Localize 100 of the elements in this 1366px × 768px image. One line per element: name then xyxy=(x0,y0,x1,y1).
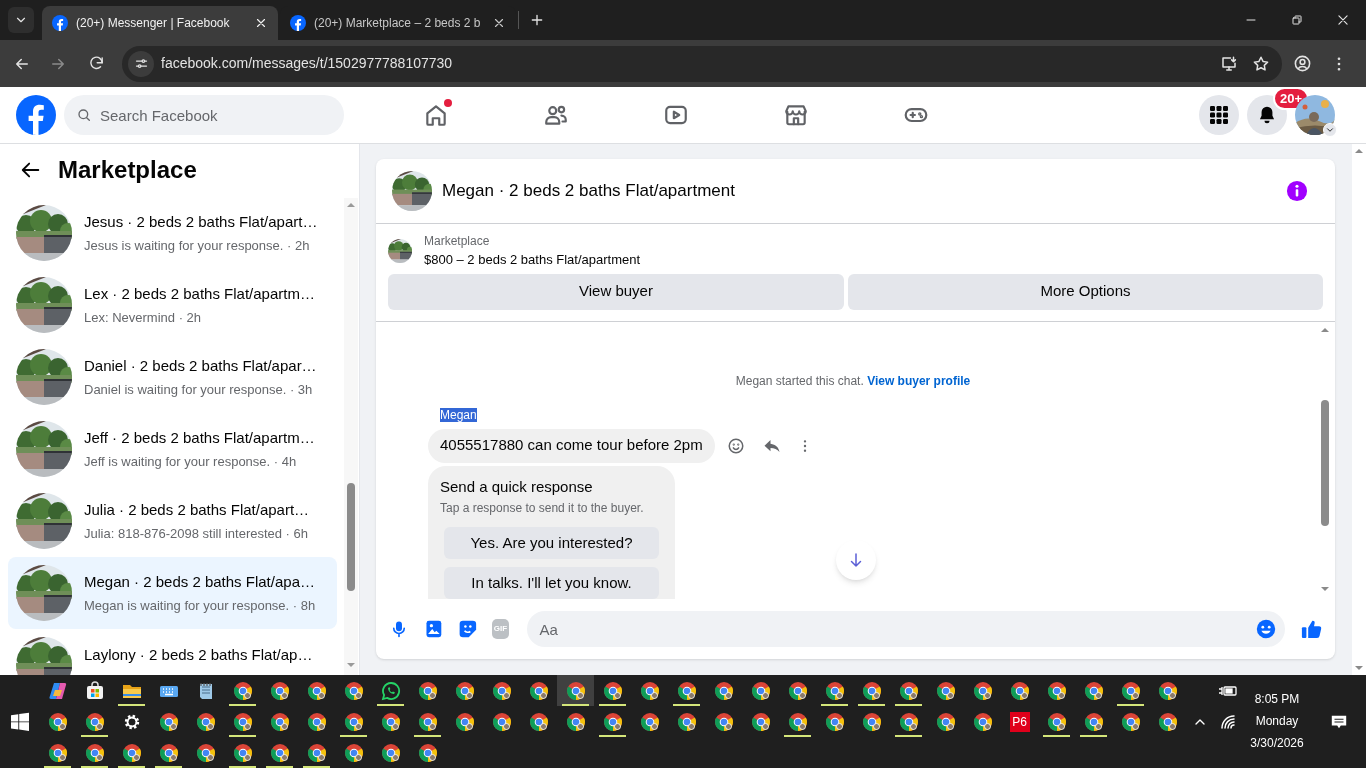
scrollbar[interactable] xyxy=(344,198,358,675)
chrome-icon xyxy=(602,680,623,701)
emoji-icon[interactable] xyxy=(726,436,745,455)
copilot-icon xyxy=(47,680,68,701)
quick-reply-button[interactable]: Yes. Are you interested? xyxy=(444,527,659,559)
quick-reply-button[interactable]: In talks. I'll let you know. xyxy=(444,567,659,599)
store-icon xyxy=(84,680,105,701)
bookmark-star-icon[interactable] xyxy=(1252,54,1270,73)
chrome-icon xyxy=(1083,711,1104,732)
chrome-icon xyxy=(491,711,512,732)
chrome-icon xyxy=(232,742,253,763)
chrome-icon xyxy=(380,711,401,732)
scroll-down-icon[interactable] xyxy=(346,661,356,669)
conversation-item[interactable]: Megan · 2 beds 2 baths Flat/apa… Megan is waiting for your response. · 8h xyxy=(8,557,337,629)
system-message: Megan started this chat. View buyer profile xyxy=(734,372,972,390)
listing-label: Marketplace xyxy=(424,233,491,250)
scroll-up-icon[interactable] xyxy=(1354,147,1364,155)
chrome-icon xyxy=(824,680,845,701)
facebook-logo[interactable] xyxy=(16,95,56,135)
chrome-icon xyxy=(84,742,105,763)
close-icon[interactable] xyxy=(492,16,506,30)
clock-time: 8:05 PM xyxy=(1254,691,1300,708)
grid-icon xyxy=(1209,105,1229,125)
chrome-icon xyxy=(417,711,438,732)
browser-tab[interactable]: (20+) Messenger | Facebook xyxy=(42,6,278,40)
new-tab-icon[interactable] xyxy=(529,12,545,28)
microphone-icon[interactable] xyxy=(390,619,408,639)
scroll-up-icon[interactable] xyxy=(1320,325,1330,334)
menu-button[interactable] xyxy=(1199,95,1239,135)
chrome-icon xyxy=(158,711,179,732)
chrome-icon xyxy=(1157,711,1178,732)
scrollbar-thumb[interactable] xyxy=(347,483,355,591)
card-subtitle: Tap a response to send it to the buyer. xyxy=(440,500,645,517)
emoji-icon[interactable] xyxy=(1255,618,1278,640)
close-icon[interactable] xyxy=(254,16,268,30)
taskbar-button[interactable]: P6 xyxy=(1001,706,1038,737)
sticker-icon[interactable] xyxy=(457,618,478,640)
scrollbar[interactable] xyxy=(1352,144,1366,675)
conversation-title: Jeff · 2 beds 2 baths Flat/apartm… xyxy=(84,427,315,448)
image-icon[interactable] xyxy=(423,618,444,640)
chrome-icon xyxy=(380,742,401,763)
clock[interactable]: 8:05 PM Monday 3/30/2026 xyxy=(1242,675,1312,768)
search-icon xyxy=(76,107,92,123)
conversation-preview: Jesus is waiting for your response. · 2h xyxy=(84,237,311,255)
chrome-icon xyxy=(1083,680,1104,701)
chrome-icon xyxy=(417,680,438,701)
action-button[interactable]: More Options xyxy=(848,273,1323,310)
conversation-preview: Julia: 818-876-2098 still interested · 6h xyxy=(84,525,310,543)
chrome-icon xyxy=(935,680,956,701)
conversation-preview: Lex: Nevermind · 2h xyxy=(84,309,203,327)
facebook-icon xyxy=(52,15,68,31)
scroll-up-icon[interactable] xyxy=(346,201,356,209)
chrome-icon xyxy=(639,711,660,732)
chrome-icon xyxy=(417,742,438,763)
chrome-icon xyxy=(972,711,993,732)
scroll-down-icon[interactable] xyxy=(1320,585,1330,593)
chat-bubble-icon xyxy=(380,680,401,701)
close-icon[interactable] xyxy=(1336,13,1350,27)
chrome-icon xyxy=(306,711,327,732)
chrome-icon xyxy=(269,711,290,732)
action-button[interactable]: View buyer xyxy=(388,273,844,310)
chrome-icon xyxy=(787,680,808,701)
chrome-icon xyxy=(47,742,68,763)
conversation-title: Lex · 2 beds 2 baths Flat/apartm… xyxy=(84,283,315,304)
chrome-icon xyxy=(750,711,771,732)
card-title: Send a quick response xyxy=(440,476,594,497)
scrollbar-thumb[interactable] xyxy=(1321,399,1329,526)
tab-search-button[interactable] xyxy=(8,7,34,33)
search-field[interactable]: Search Facebook xyxy=(64,95,344,135)
start-icon[interactable] xyxy=(9,711,30,732)
chrome-icon xyxy=(1046,711,1067,732)
clock-date: 3/30/2026 xyxy=(1250,735,1304,752)
conversation-preview: Megan is waiting for your response. · 8h xyxy=(84,597,316,615)
reload-icon[interactable] xyxy=(87,55,105,72)
info-icon[interactable] xyxy=(1286,180,1308,202)
clock-day: Monday xyxy=(1255,713,1299,730)
address-bar[interactable]: facebook.com/messages/t/1502977788107730 xyxy=(122,45,1282,82)
conversation-title: Jesus · 2 beds 2 baths Flat/apart… xyxy=(84,211,318,232)
chrome-icon xyxy=(269,742,290,763)
install-app-icon[interactable] xyxy=(1220,54,1238,73)
buyer-profile-link[interactable]: View buyer profile xyxy=(867,373,971,388)
battery-icon[interactable] xyxy=(1218,683,1238,698)
chrome-icon xyxy=(454,711,475,732)
conversation-title: Daniel · 2 beds 2 baths Flat/apar… xyxy=(84,355,317,376)
chrome-icon xyxy=(565,680,586,701)
wifi-icon[interactable] xyxy=(1219,712,1237,731)
restore-icon[interactable] xyxy=(1291,14,1303,26)
profile-icon[interactable] xyxy=(1293,54,1312,73)
message-field[interactable]: Aa xyxy=(527,611,1286,647)
site-settings-icon[interactable] xyxy=(133,56,149,71)
chrome-icon xyxy=(306,742,327,763)
taskbar-button[interactable] xyxy=(557,675,594,706)
message-bubble: 4055517880 can come tour before 2pm xyxy=(428,428,715,463)
chrome-icon xyxy=(232,711,253,732)
scroll-down-icon[interactable] xyxy=(1354,664,1364,672)
chrome-icon xyxy=(824,711,845,732)
conversation-preview: Daniel is waiting for your response. · 3h xyxy=(84,381,314,399)
conversation-title: Laylony · 2 beds 2 baths Flat/ap… xyxy=(84,645,313,666)
chrome-icon xyxy=(343,711,364,732)
chrome-icon xyxy=(750,680,771,701)
